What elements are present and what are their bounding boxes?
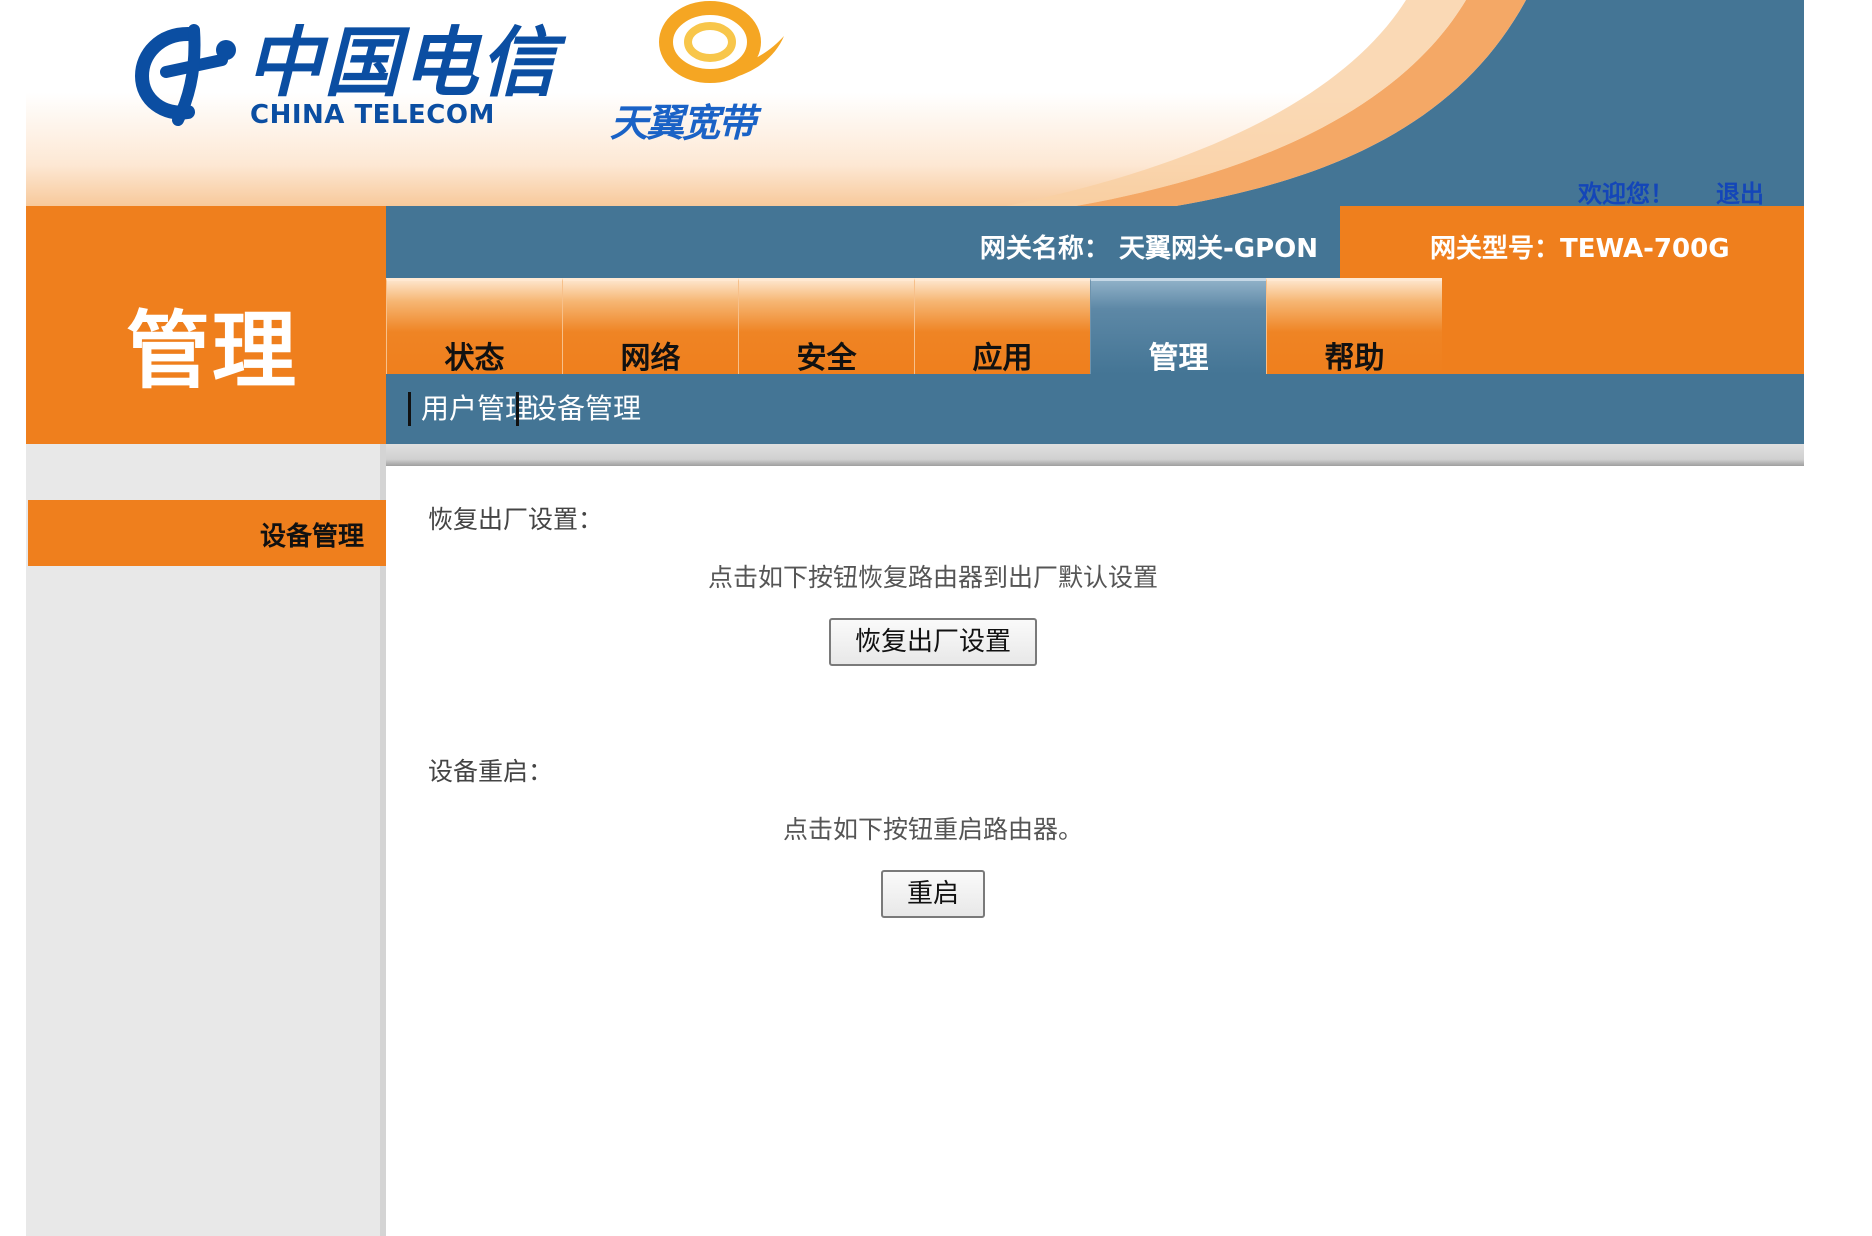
tab-label: 安全	[796, 341, 857, 376]
china-telecom-logo: 中国电信 CHINA TELECOM	[134, 16, 564, 136]
tab-label: 管理	[1148, 341, 1209, 376]
tab-label: 网络	[620, 341, 681, 376]
restore-description: 点击如下按钮恢复路由器到出厂默认设置	[707, 563, 1158, 592]
main-tab-bar: 状态 网络 安全 应用 管理 帮助	[386, 278, 1804, 376]
restore-section-title: 恢复出厂设置：	[428, 505, 604, 534]
tab-label: 帮助	[1324, 341, 1385, 376]
reboot-section-title: 设备重启：	[428, 757, 554, 786]
tab-network[interactable]: 网络	[562, 278, 738, 376]
page: 中国电信 CHINA TELECOM 天翼宽带 欢迎您！ 退出 管理 网关名称：…	[0, 0, 1872, 1236]
header-divider	[376, 444, 1804, 466]
logout-link[interactable]: 退出	[1716, 174, 1764, 206]
left-sidebar: 设备管理	[26, 444, 386, 1236]
tab-application[interactable]: 应用	[914, 278, 1090, 376]
section-title: 管理	[126, 302, 299, 400]
sub-nav: 用户管理 设备管理	[386, 374, 1804, 444]
logo-cn-text: 中国电信	[246, 18, 558, 107]
tab-management[interactable]: 管理	[1090, 278, 1266, 376]
subnav-device-management[interactable]: 设备管理	[516, 392, 641, 426]
tab-help[interactable]: 帮助	[1266, 278, 1442, 376]
gateway-model-bar: 网关型号：TEWA-700G	[1340, 206, 1804, 278]
gateway-name-bar: 网关名称： 天翼网关-GPON	[386, 206, 1340, 278]
sidebar-item-device-management[interactable]: 设备管理	[28, 500, 386, 566]
tab-status[interactable]: 状态	[386, 278, 562, 376]
gateway-model: 网关型号：TEWA-700G	[1430, 234, 1730, 264]
subnav-user-management[interactable]: 用户管理	[408, 392, 533, 426]
brand-text: 天翼宽带	[610, 101, 756, 145]
header-banner: 中国电信 CHINA TELECOM 天翼宽带 欢迎您！ 退出	[26, 0, 1804, 206]
tianyi-swirl-icon	[659, 1, 784, 83]
tab-security[interactable]: 安全	[738, 278, 914, 376]
reboot-description: 点击如下按钮重启路由器。	[782, 815, 1083, 844]
logo-en-text: CHINA TELECOM	[250, 100, 495, 130]
reboot-button[interactable]: 重启	[880, 870, 985, 918]
main-content: 恢复出厂设置： 点击如下按钮恢复路由器到出厂默认设置 恢复出厂设置 设备重启： …	[392, 466, 1804, 1236]
tianyi-broadband-logo: 天翼宽带	[606, 0, 806, 150]
tab-label: 状态	[444, 341, 505, 376]
welcome-text: 欢迎您！	[1578, 180, 1674, 206]
sidebar-item-label: 设备管理	[259, 522, 364, 552]
section-title-block: 管理	[26, 206, 386, 444]
telecom-e-icon	[134, 24, 236, 126]
tab-label: 应用	[972, 341, 1033, 376]
gateway-name: 网关名称： 天翼网关-GPON	[979, 234, 1318, 264]
restore-factory-button[interactable]: 恢复出厂设置	[828, 618, 1037, 666]
